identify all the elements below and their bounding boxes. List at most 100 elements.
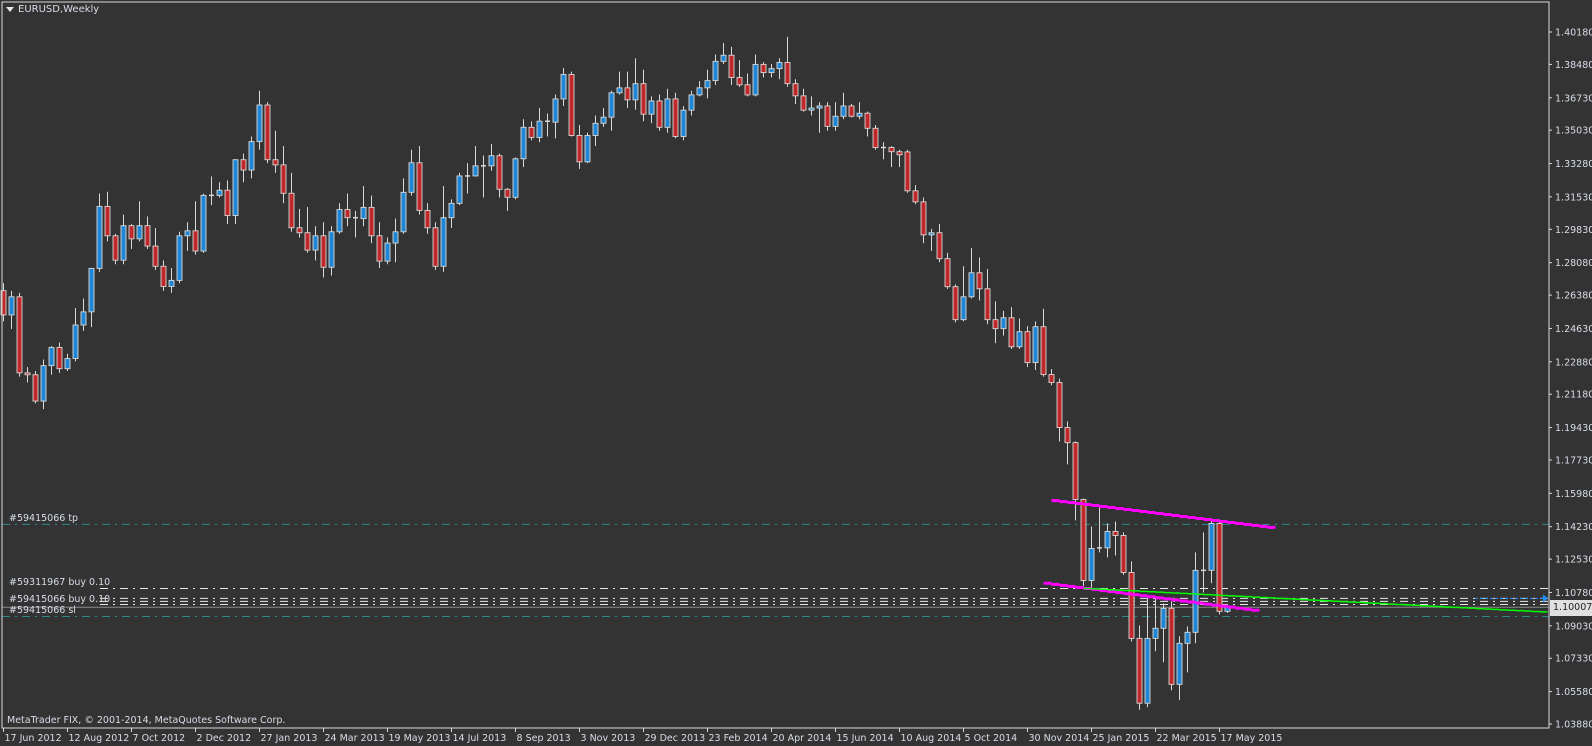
candle — [24, 367, 31, 383]
candle-body — [536, 120, 543, 138]
candle-body — [136, 225, 143, 240]
candle-body — [1064, 427, 1071, 444]
candle — [704, 69, 711, 99]
y-tick-label: 1.14230 — [1555, 522, 1592, 533]
candle-body — [1176, 642, 1183, 685]
x-tick-label: 22 Mar 2015 — [1157, 733, 1217, 744]
x-tick-label: 30 Nov 2014 — [1029, 733, 1090, 744]
candle-body — [816, 105, 823, 109]
candle — [808, 96, 815, 116]
candle — [320, 222, 327, 278]
candle — [96, 193, 103, 272]
candle — [720, 43, 727, 65]
candle-body — [600, 116, 607, 124]
candle — [1024, 326, 1031, 368]
candle-body — [336, 209, 343, 233]
candle — [784, 36, 791, 87]
x-tick-label: 24 Mar 2013 — [325, 733, 385, 744]
candle-body — [56, 347, 63, 370]
candle-body — [696, 87, 703, 96]
candle-body — [664, 98, 671, 128]
candle — [448, 199, 455, 228]
candle-body — [1144, 637, 1151, 704]
candle-body — [904, 151, 911, 192]
candle — [1201, 532, 1206, 593]
candle — [376, 222, 383, 269]
candle-body — [232, 159, 239, 217]
x-tick-label: 20 Apr 2014 — [773, 733, 832, 744]
candle — [16, 292, 23, 377]
candle-body — [48, 347, 55, 367]
candle — [1120, 532, 1127, 575]
candle-body — [984, 288, 991, 321]
x-tick-label: 25 Jan 2015 — [1093, 733, 1150, 744]
candle — [952, 284, 959, 323]
candle — [864, 111, 871, 137]
candle — [328, 226, 335, 276]
candle — [1000, 310, 1007, 336]
candle — [824, 102, 831, 131]
candle — [465, 163, 470, 194]
x-tick-label: 7 Oct 2012 — [133, 733, 186, 744]
candle — [104, 191, 111, 242]
candle-body — [392, 231, 399, 244]
candle-body — [408, 162, 415, 193]
candle-body — [960, 296, 967, 321]
candle-body — [440, 217, 447, 267]
triangle-down-icon[interactable] — [6, 7, 14, 12]
candle — [56, 342, 63, 373]
candle-body — [912, 190, 919, 203]
candle-body — [832, 115, 839, 127]
sl-order-label: #59415066 sl — [9, 605, 76, 616]
y-tick-label: 1.28080 — [1555, 258, 1592, 269]
candle-body — [560, 74, 567, 100]
candle-body — [16, 296, 23, 374]
candle — [992, 301, 999, 344]
x-tick-label: 8 Sep 2013 — [517, 733, 571, 744]
candle — [968, 247, 975, 299]
candle-body — [328, 231, 335, 268]
candle — [200, 193, 207, 253]
candle-body — [744, 84, 751, 96]
candle — [936, 224, 943, 263]
candle-body — [640, 83, 647, 115]
lower-trendline — [1043, 581, 1260, 612]
candle — [872, 125, 879, 150]
candle-body — [968, 272, 975, 298]
candle — [928, 228, 935, 251]
y-tick-label: 1.07330 — [1555, 654, 1592, 665]
candle — [912, 185, 919, 205]
candle-body — [624, 87, 631, 101]
candle — [608, 90, 615, 131]
candle — [368, 195, 375, 244]
candle — [240, 153, 247, 183]
chart-title[interactable]: EURUSD,Weekly — [6, 4, 99, 15]
candle — [168, 268, 175, 293]
candle — [120, 214, 127, 265]
candle — [592, 115, 599, 146]
candle — [888, 145, 895, 167]
candle-body — [656, 100, 663, 128]
candle — [496, 153, 503, 198]
candle — [712, 54, 719, 85]
candle — [904, 149, 911, 193]
candle — [976, 257, 983, 301]
order-lines-layer — [2, 523, 1549, 617]
candle — [408, 149, 415, 196]
candle-body — [944, 258, 951, 288]
price-chart[interactable]: 1.40180 1.38480 1.36730 1.35030 1.33280 1.315… — [0, 0, 1592, 746]
candle-body — [264, 104, 271, 161]
candle-body — [432, 227, 439, 267]
candle-body — [920, 201, 927, 236]
candle-body — [176, 235, 183, 281]
y-tick-label: 1.22880 — [1555, 357, 1592, 368]
candle-body — [88, 267, 95, 313]
candle — [800, 88, 807, 112]
candle-body — [936, 232, 943, 260]
candle-body — [224, 189, 231, 217]
candle-body — [1088, 547, 1095, 581]
axes-layer: 1.40180 1.38480 1.36730 1.35030 1.33280 1.315… — [1, 1, 1592, 744]
candle — [1160, 603, 1167, 663]
candle-body — [976, 272, 983, 290]
x-tick-label: 15 Jun 2014 — [837, 733, 894, 744]
